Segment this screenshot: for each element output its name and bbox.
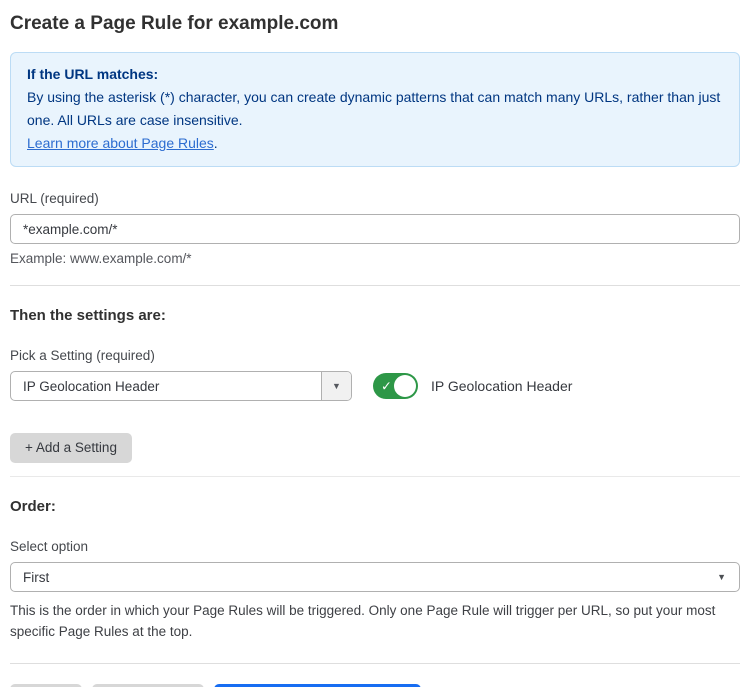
setting-picker-label: Pick a Setting (required) — [10, 348, 740, 363]
order-select-label: Select option — [10, 539, 740, 554]
check-icon: ✓ — [381, 380, 392, 393]
geolocation-toggle[interactable]: ✓ — [373, 373, 418, 399]
notice-link-suffix: . — [214, 135, 218, 151]
page-title: Create a Page Rule for example.com — [10, 0, 740, 35]
divider — [10, 476, 740, 477]
order-select-value: First — [23, 570, 49, 585]
setting-picker-value: IP Geolocation Header — [11, 372, 321, 400]
notice-heading: If the URL matches: — [27, 63, 723, 86]
toggle-label: IP Geolocation Header — [431, 378, 572, 394]
url-input[interactable] — [10, 214, 740, 244]
order-select[interactable]: First ▼ — [10, 562, 740, 592]
divider — [10, 663, 740, 664]
setting-picker-arrow-button[interactable]: ▼ — [321, 372, 351, 400]
setting-picker-dropdown[interactable]: IP Geolocation Header ▼ — [10, 371, 352, 401]
add-setting-button[interactable]: + Add a Setting — [10, 433, 132, 463]
learn-more-link[interactable]: Learn more about Page Rules — [27, 135, 214, 151]
chevron-down-icon: ▼ — [332, 381, 341, 391]
toggle-knob — [394, 375, 416, 397]
order-helper-text: This is the order in which your Page Rul… — [10, 600, 736, 642]
setting-row: IP Geolocation Header ▼ ✓ IP Geolocation… — [10, 371, 740, 401]
url-field-label: URL (required) — [10, 191, 740, 206]
url-match-notice: If the URL matches: By using the asteris… — [10, 52, 740, 167]
notice-link-line: Learn more about Page Rules. — [27, 132, 723, 155]
url-field-helper: Example: www.example.com/* — [10, 251, 740, 266]
notice-body: By using the asterisk (*) character, you… — [27, 86, 723, 132]
settings-section-heading: Then the settings are: — [10, 307, 740, 324]
page-rule-form: Create a Page Rule for example.com If th… — [0, 0, 750, 687]
chevron-down-icon: ▼ — [717, 572, 726, 582]
order-section-heading: Order: — [10, 498, 740, 515]
divider — [10, 285, 740, 286]
